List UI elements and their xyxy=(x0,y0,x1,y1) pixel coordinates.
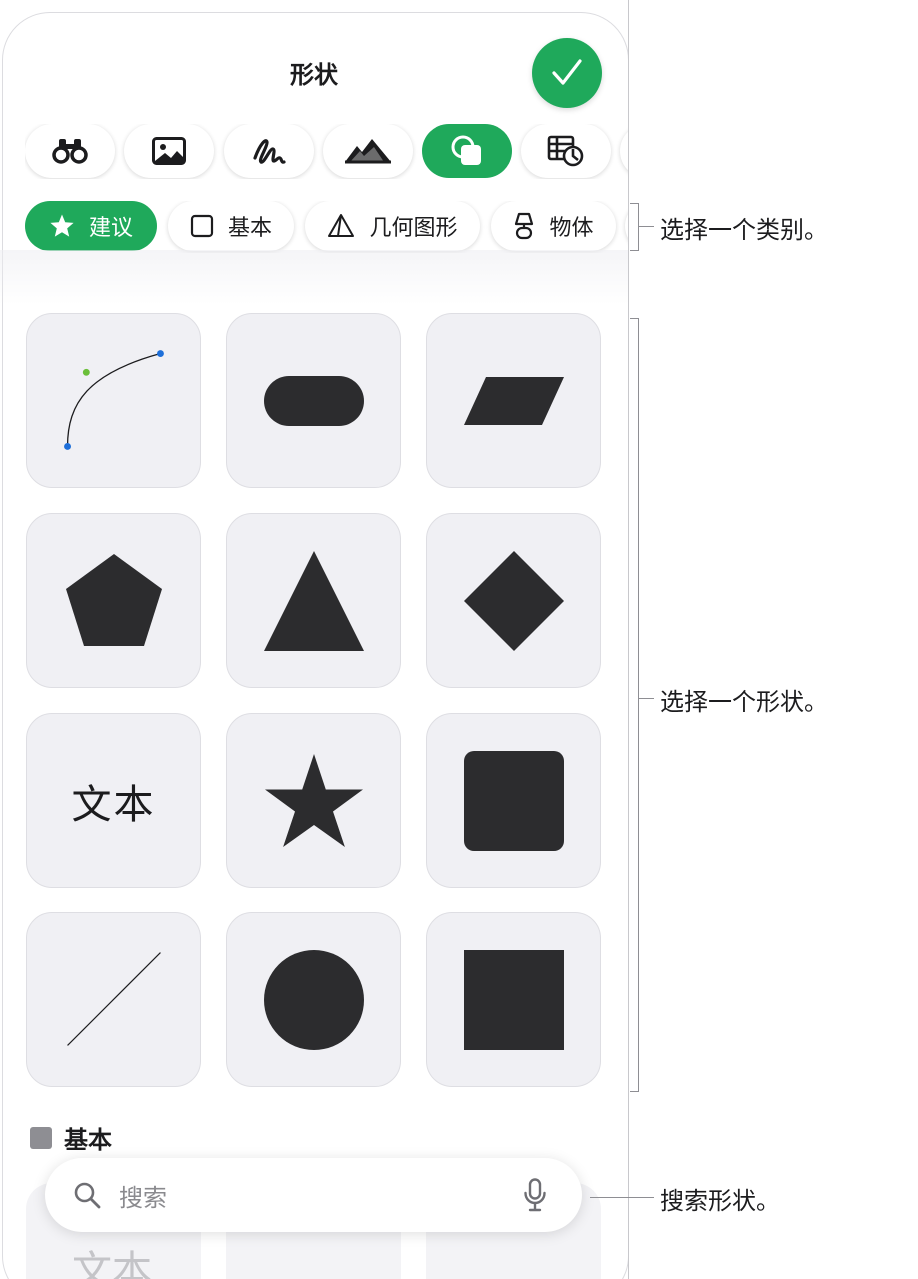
star-shape xyxy=(264,753,363,847)
shapes-icon xyxy=(451,135,481,165)
category-bar: 建议 基本 几何图形 物体 xyxy=(25,201,628,253)
photo-icon xyxy=(152,137,186,165)
square-icon xyxy=(190,214,214,238)
category-label: 物体 xyxy=(549,216,594,241)
shape-diamond[interactable] xyxy=(426,513,601,688)
section-label: 基本 xyxy=(64,1126,112,1154)
shape-rounded-square[interactable] xyxy=(426,713,601,888)
category-geometry[interactable]: 几何图形 xyxy=(305,201,480,251)
parallelogram-shape xyxy=(463,376,564,425)
shape-text[interactable]: 文本 xyxy=(26,713,201,888)
star-icon xyxy=(49,213,75,239)
media-tab-bar xyxy=(25,124,628,179)
text-shape-label: 文本 xyxy=(71,781,156,828)
category-label: 建议 xyxy=(88,216,133,241)
pyramid-icon xyxy=(327,213,355,239)
shape-circle[interactable] xyxy=(226,912,401,1087)
category-objects[interactable]: 物体 xyxy=(491,201,616,251)
tab-shapes[interactable] xyxy=(422,124,512,178)
section-header-basic: 基本 xyxy=(30,1120,112,1155)
category-basic[interactable]: 基本 xyxy=(168,201,294,251)
shape-star[interactable] xyxy=(226,713,401,888)
category-label: 基本 xyxy=(227,216,272,241)
tab-more[interactable] xyxy=(620,124,628,178)
shape-square[interactable] xyxy=(426,912,601,1087)
tab-photos[interactable] xyxy=(124,124,214,178)
diamond-shape xyxy=(463,550,564,651)
callout-shape: 选择一个形状。 xyxy=(660,688,828,716)
callout-category: 选择一个类别。 xyxy=(660,216,828,244)
shape-pentagon[interactable] xyxy=(26,513,201,688)
triangle-shape xyxy=(263,550,364,651)
shapes-popover-frame: 形状 建议 基本 几何图形 物体 文本 基本 文本 搜索 xyxy=(0,0,629,1279)
category-label: 几何图形 xyxy=(369,216,458,241)
circle-shape xyxy=(263,949,364,1050)
search-callout-line xyxy=(590,1197,654,1198)
binoculars-icon xyxy=(52,139,88,164)
scribble-icon xyxy=(253,139,286,164)
rounded-square-shape xyxy=(463,750,564,851)
shape-line[interactable] xyxy=(26,912,201,1087)
tab-binoculars[interactable] xyxy=(25,124,115,178)
scroll-fade xyxy=(0,250,628,305)
tab-tables-charts[interactable] xyxy=(521,124,611,178)
ghost-text-shape: 文本 xyxy=(72,1248,152,1279)
line-shape xyxy=(67,952,161,1046)
shape-bracket xyxy=(630,318,639,1092)
category-callout-line xyxy=(638,226,654,227)
microphone-icon[interactable] xyxy=(523,1178,547,1216)
done-button[interactable] xyxy=(532,38,602,108)
square-shape xyxy=(463,949,564,1050)
callout-search: 搜索形状。 xyxy=(660,1187,780,1215)
lamp-icon xyxy=(513,212,535,240)
shape-callout-line xyxy=(638,698,654,699)
table-chart-icon xyxy=(547,135,584,167)
search-placeholder: 搜索 xyxy=(119,1184,167,1212)
search-field[interactable]: 搜索 xyxy=(45,1158,582,1232)
category-bracket xyxy=(630,203,639,251)
shape-parallelogram[interactable] xyxy=(426,313,601,488)
shape-rounded-pill[interactable] xyxy=(226,313,401,488)
tab-landscape[interactable] xyxy=(323,124,413,178)
mountains-icon xyxy=(345,139,391,164)
shape-triangle[interactable] xyxy=(226,513,401,688)
category-suggested[interactable]: 建议 xyxy=(25,201,157,251)
basic-square-icon xyxy=(30,1126,52,1149)
category-more[interactable] xyxy=(625,201,628,251)
shape-curve[interactable] xyxy=(26,313,201,488)
pill-shape xyxy=(263,375,364,426)
tab-drawing[interactable] xyxy=(224,124,314,178)
magnifier-icon xyxy=(73,1181,101,1213)
curve-shape xyxy=(64,350,164,450)
checkmark-icon xyxy=(552,59,582,85)
pentagon-shape xyxy=(65,553,162,646)
